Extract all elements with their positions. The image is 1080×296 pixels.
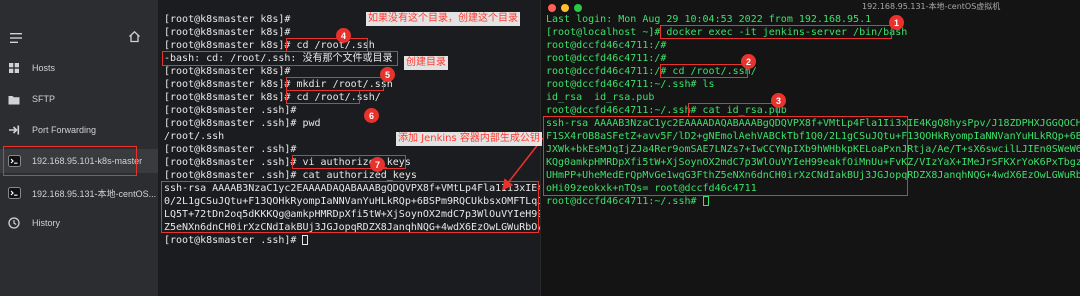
step-badge: 4 — [336, 28, 351, 43]
sidebar-item-label: 192.168.95.131-本地-centOS... — [32, 188, 157, 199]
sidebar-item-label: SFTP — [32, 94, 56, 104]
terminal-line: [root@k8smaster .ssh]# pwd — [164, 118, 321, 129]
highlight-box — [286, 77, 384, 91]
highlight-box — [688, 103, 778, 117]
annotation-note: 创建目录 — [404, 56, 448, 70]
sidebar-item-label: Port Forwarding — [32, 125, 97, 135]
terminal-line: id_rsa id_rsa.pub — [546, 92, 655, 103]
highlight-box — [543, 116, 908, 196]
step-badge: 2 — [741, 54, 756, 69]
maximize-window-icon[interactable] — [574, 4, 582, 12]
close-window-icon[interactable] — [548, 4, 556, 12]
terminal-line: root@dccfd46c4711:~/.ssh# ls — [546, 79, 715, 90]
highlight-box — [660, 25, 892, 39]
history-icon — [7, 216, 21, 230]
sidebar-header — [0, 0, 158, 60]
step-badge: 7 — [370, 157, 385, 172]
annotation-note: 如果没有这个目录，创建这个目录 — [366, 12, 520, 26]
sidebar-item-hosts[interactable]: Hosts — [0, 56, 158, 80]
folder-icon — [7, 92, 21, 106]
sidebar-item-sftp[interactable]: SFTP — [0, 87, 158, 111]
terminal-line: root@dccfd46c4711:/# — [546, 53, 667, 64]
highlight-box — [292, 155, 406, 169]
highlight-box — [162, 51, 398, 66]
annotation-note: 添加 Jenkins 容器内部生成公钥 — [396, 132, 542, 146]
terminal-cursor — [702, 196, 709, 206]
sidebar-item-history[interactable]: History — [0, 211, 158, 235]
terminal-prompt: root@dccfd46c4711:~/.ssh# — [546, 196, 709, 208]
step-badge: 6 — [364, 108, 379, 123]
step-badge: 3 — [771, 93, 786, 108]
prompt-text: root@dccfd46c4711:~/.ssh# — [546, 196, 703, 207]
sidebar-item-label: History — [32, 218, 61, 228]
terminal-line: [root@k8smaster k8s]# — [164, 14, 291, 25]
terminal-line: [root@k8smaster .ssh]# — [164, 144, 297, 155]
terminal-line: [root@k8smaster .ssh]# — [164, 105, 297, 116]
home-icon[interactable] — [128, 30, 141, 43]
step-badge: 5 — [380, 67, 395, 82]
highlight-box — [286, 38, 368, 52]
window-controls — [548, 4, 582, 12]
terminal-line: /root/.ssh — [164, 131, 225, 142]
step-badge: 1 — [889, 15, 904, 30]
port-forwarding-icon — [7, 123, 21, 137]
terminal-cursor — [302, 235, 309, 245]
terminal-prompt: [root@k8smaster .ssh]# — [164, 235, 309, 247]
highlight-box — [286, 90, 360, 104]
sidebar-item-port-forwarding[interactable]: Port Forwarding — [0, 118, 158, 142]
terminal-line: root@dccfd46c4711:/# — [546, 40, 667, 51]
hosts-icon — [7, 61, 21, 75]
prompt-text: [root@k8smaster .ssh]# — [164, 235, 303, 246]
sidebar: Hosts SFTP Port Forwarding 192.168.95.10… — [0, 0, 158, 296]
terminal-line: [root@k8smaster k8s]# — [164, 66, 291, 77]
sidebar-item-label: Hosts — [32, 63, 56, 73]
highlight-box — [3, 146, 137, 176]
menu-icon[interactable] — [10, 33, 22, 43]
terminal-icon — [7, 186, 21, 200]
terminal-line: [root@k8smaster k8s]# — [164, 27, 291, 38]
window-title: 192.168.95.131-本地-centOS虚拟机 — [862, 2, 1001, 11]
highlight-box — [161, 181, 539, 233]
sidebar-item-centos-session[interactable]: 192.168.95.131-本地-centOS... — [0, 181, 158, 205]
minimize-window-icon[interactable] — [561, 4, 569, 12]
highlight-box — [660, 64, 748, 78]
